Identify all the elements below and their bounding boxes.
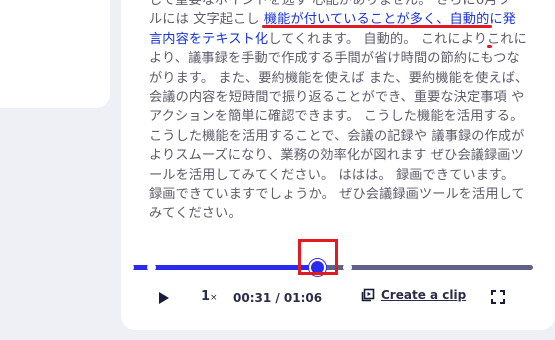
chapter-marker[interactable] <box>343 263 353 272</box>
create-clip-label: Create a clip <box>381 288 467 302</box>
clip-icon <box>361 288 375 302</box>
transcript-text: して重要なポイントを逃す 心配がありません。 さらに6月ツールには 文字起こし … <box>149 0 529 224</box>
transcript-highlight[interactable]: 機能が付いていることが多く、自動的 <box>264 12 490 27</box>
progress-track[interactable] <box>124 239 533 276</box>
speed-value: 1 <box>201 289 211 304</box>
fullscreen-icon[interactable] <box>491 290 505 304</box>
create-clip-button[interactable]: Create a clip <box>361 288 466 302</box>
progress-thumb[interactable] <box>297 239 338 276</box>
speed-suffix: × <box>210 293 218 303</box>
progress-fill <box>129 265 318 270</box>
chapter-marker[interactable] <box>147 263 157 272</box>
side-panel <box>0 0 110 108</box>
transcript-rest: してくれます。 自動的。 これによりこれにより、議事録を手動で作成する手間が省け… <box>149 31 529 222</box>
player-card: して重要なポイントを逃す 心配がありません。 さらに6月ツールには 文字起こし … <box>121 0 555 330</box>
thumb-annotation <box>297 239 338 275</box>
chapter-marker[interactable] <box>124 263 134 272</box>
play-icon[interactable] <box>157 290 171 306</box>
control-bar: 1× 00:31 / 01:06 Create a clip <box>121 286 555 310</box>
playback-speed-button[interactable]: 1× <box>201 289 218 304</box>
time-display: 00:31 / 01:06 <box>233 291 323 305</box>
